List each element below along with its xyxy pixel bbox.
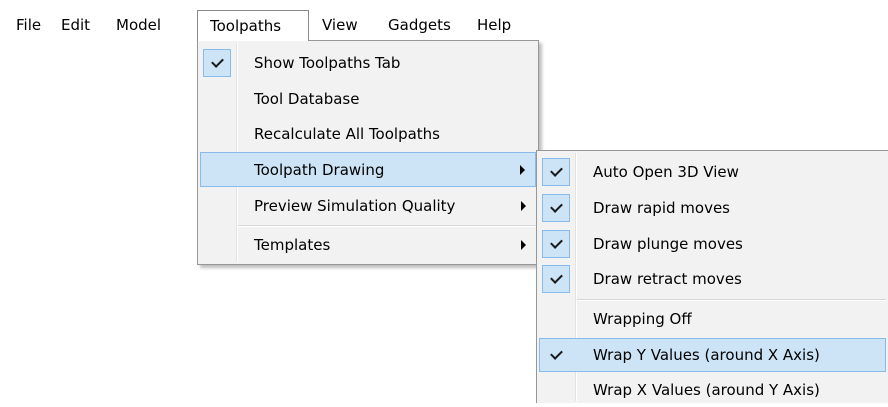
menu-view[interactable]: View: [322, 10, 358, 40]
menu-item-preview-simulation-quality[interactable]: Preview Simulation Quality: [200, 189, 536, 223]
menu-item-label: Auto Open 3D View: [593, 163, 739, 181]
menu-bar: File Edit Model Toolpaths View Gadgets H…: [0, 10, 888, 41]
chevron-right-icon: [520, 164, 525, 175]
menu-item-label: Toolpath Drawing: [254, 160, 385, 179]
checkmark-icon: [542, 230, 570, 258]
menu-edit[interactable]: Edit: [61, 10, 90, 40]
menu-item-label: Wrap Y Values (around X Axis): [593, 346, 820, 364]
menu-item-wrap-y-values[interactable]: Wrap Y Values (around X Axis): [539, 338, 886, 372]
menu-item-draw-plunge-moves[interactable]: Draw plunge moves: [539, 227, 886, 261]
menu-item-label: Recalculate All Toolpaths: [254, 125, 440, 143]
menu-item-tool-database[interactable]: Tool Database: [200, 82, 536, 116]
menu-item-label: Show Toolpaths Tab: [254, 54, 401, 72]
menu-item-templates[interactable]: Templates: [200, 228, 536, 262]
menu-file[interactable]: File: [16, 10, 41, 40]
checkmark-icon: [203, 49, 231, 77]
checkmark-icon: [542, 158, 570, 186]
toolpaths-menu: Show Toolpaths Tab Tool Database Recalcu…: [197, 40, 539, 265]
menu-item-draw-rapid-moves[interactable]: Draw rapid moves: [539, 191, 886, 225]
menu-item-recalculate-all-toolpaths[interactable]: Recalculate All Toolpaths: [200, 117, 536, 151]
menu-item-label: Preview Simulation Quality: [254, 197, 456, 215]
checkmark-icon: [542, 265, 570, 293]
menu-separator: [577, 299, 886, 301]
chevron-right-icon: [521, 240, 526, 250]
menu-item-label: Draw rapid moves: [593, 199, 730, 217]
menu-item-wrap-x-values[interactable]: Wrap X Values (around Y Axis): [539, 373, 886, 407]
menu-item-label: Draw plunge moves: [593, 235, 743, 253]
menu-toolpaths[interactable]: Toolpaths: [197, 10, 309, 41]
toolpath-drawing-submenu: Auto Open 3D View Draw rapid moves Draw …: [536, 150, 888, 403]
menu-item-label: Draw retract moves: [593, 270, 742, 288]
menu-item-label: Wrap X Values (around Y Axis): [593, 381, 820, 399]
menu-help[interactable]: Help: [477, 10, 511, 40]
menu-gadgets[interactable]: Gadgets: [388, 10, 451, 40]
menu-item-label: Templates: [254, 236, 331, 254]
checkmark-icon: [542, 341, 570, 369]
menu-item-label: Tool Database: [254, 90, 360, 108]
checkmark-icon: [542, 194, 570, 222]
menu-model[interactable]: Model: [116, 10, 161, 40]
menu-separator: [238, 225, 536, 227]
chevron-right-icon: [521, 201, 526, 211]
menu-item-draw-retract-moves[interactable]: Draw retract moves: [539, 262, 886, 296]
menu-item-show-toolpaths-tab[interactable]: Show Toolpaths Tab: [200, 46, 536, 80]
menu-item-auto-open-3d-view[interactable]: Auto Open 3D View: [539, 155, 886, 189]
menu-item-toolpath-drawing[interactable]: Toolpath Drawing: [200, 152, 536, 187]
menu-item-wrapping-off[interactable]: Wrapping Off: [539, 302, 886, 336]
menu-item-label: Wrapping Off: [593, 310, 692, 328]
